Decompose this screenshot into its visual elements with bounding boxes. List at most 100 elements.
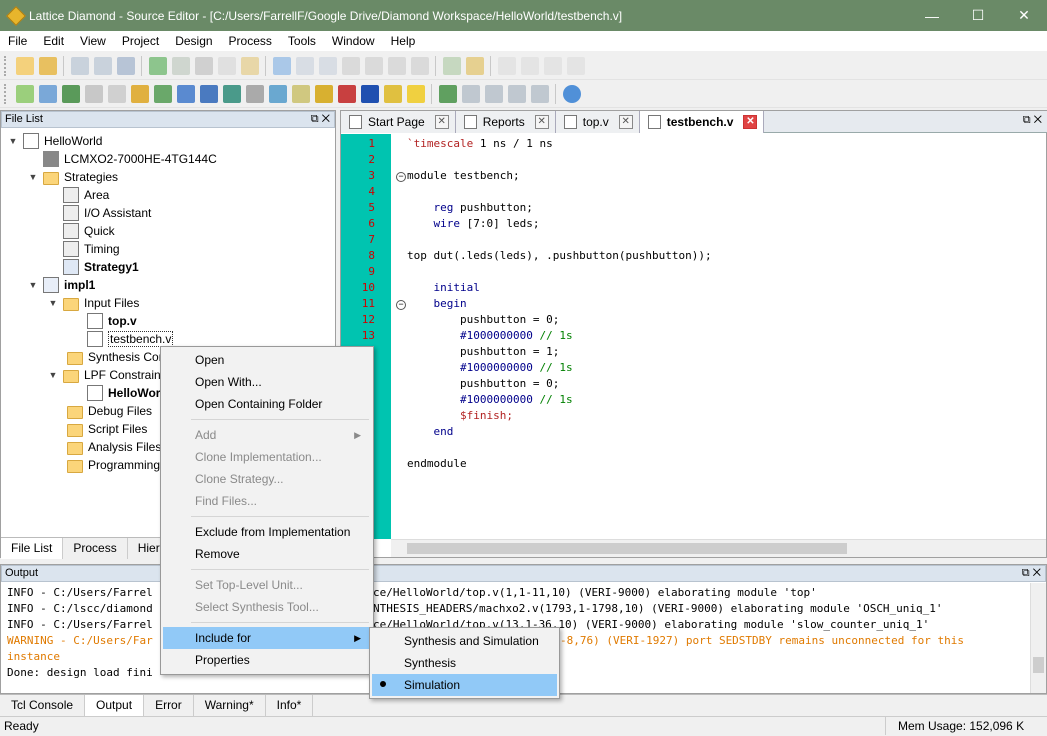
tree-strategy-timing[interactable]: Timing <box>63 240 120 258</box>
zoom-fit-icon[interactable] <box>387 56 406 75</box>
code-line[interactable]: pushbutton = 0; <box>407 313 559 326</box>
play-icon[interactable] <box>497 56 516 75</box>
fold-toggle-icon[interactable]: − <box>396 300 406 310</box>
new-icon[interactable] <box>15 56 34 75</box>
grid-icon[interactable] <box>295 56 314 75</box>
split-view-icon[interactable] <box>484 84 503 103</box>
menu-view[interactable]: View <box>72 31 114 51</box>
print-icon[interactable] <box>116 56 135 75</box>
menu-help[interactable]: Help <box>383 31 424 51</box>
find-icon[interactable] <box>272 56 291 75</box>
paste-icon[interactable] <box>240 56 259 75</box>
table-icon[interactable] <box>318 56 337 75</box>
physical-view-icon[interactable] <box>130 84 149 103</box>
collapse-icon[interactable]: ▼ <box>7 136 19 146</box>
tab-start-page[interactable]: Start Page ✕ <box>341 111 456 133</box>
package-view-icon[interactable] <box>61 84 80 103</box>
grid-view-icon[interactable] <box>530 84 549 103</box>
collapse-icon[interactable]: ▼ <box>47 298 59 308</box>
submenu-simulation[interactable]: Simulation <box>372 674 557 696</box>
timing-icon[interactable] <box>153 84 172 103</box>
code-line[interactable]: #1000000000 // 1s <box>407 329 573 342</box>
menu-edit[interactable]: Edit <box>35 31 72 51</box>
code-line[interactable]: begin <box>407 297 466 310</box>
cut-icon[interactable] <box>194 56 213 75</box>
menu-set-top-level-unit[interactable]: Set Top-Level Unit... <box>163 574 371 596</box>
stop-icon[interactable] <box>566 56 585 75</box>
tab-reports[interactable]: Reports ✕ <box>455 111 556 133</box>
deploy-icon[interactable] <box>314 84 333 103</box>
tab-error[interactable]: Error <box>144 695 194 716</box>
redo-icon[interactable] <box>171 56 190 75</box>
collapse-icon[interactable]: ▼ <box>27 172 39 182</box>
reveal-icon[interactable] <box>199 84 218 103</box>
tab-file-list[interactable]: File List <box>1 538 64 559</box>
code-line[interactable]: reg pushbutton; <box>407 201 532 214</box>
tree-analysis-files[interactable]: Analysis Files <box>67 438 161 456</box>
menu-window[interactable]: Window <box>324 31 383 51</box>
tab-process[interactable]: Process <box>63 538 128 559</box>
menu-exclude-from-implementation[interactable]: Exclude from Implementation <box>163 521 371 543</box>
zoom-in-icon[interactable] <box>341 56 360 75</box>
toolbar-grip[interactable] <box>4 55 7 76</box>
save-icon[interactable] <box>70 56 89 75</box>
code-line[interactable]: wire [7:0] leds; <box>407 217 539 230</box>
tree-lpf-constraint[interactable]: ▼ LPF Constrain <box>47 366 161 384</box>
tree-synthesis-constraint[interactable]: Synthesis Cor <box>67 348 163 366</box>
synplify-icon[interactable] <box>337 84 356 103</box>
power-icon[interactable] <box>176 84 195 103</box>
zoom-out-icon[interactable] <box>364 56 383 75</box>
open-icon[interactable] <box>38 56 57 75</box>
submenu-synthesis-and-simulation[interactable]: Synthesis and Simulation <box>372 630 557 652</box>
close-tab-icon[interactable]: ✕ <box>743 115 758 129</box>
code-line[interactable]: $finish; <box>407 409 513 422</box>
output-vertical-scrollbar[interactable] <box>1030 583 1046 693</box>
menu-remove[interactable]: Remove <box>163 543 371 565</box>
tab-top-v[interactable]: top.v ✕ <box>555 111 640 133</box>
tab-testbench-v[interactable]: testbench.v ✕ <box>639 111 765 133</box>
tree-strategies[interactable]: ▼ Strategies <box>27 168 118 186</box>
clarity-icon[interactable] <box>268 84 287 103</box>
chip-icon[interactable] <box>38 84 57 103</box>
close-tab-icon[interactable]: ✕ <box>618 115 633 129</box>
layout-icon[interactable] <box>461 84 480 103</box>
tree-input-files[interactable]: ▼ Input Files <box>47 294 139 312</box>
checklist-icon[interactable] <box>442 56 461 75</box>
tree-impl[interactable]: ▼ impl1 <box>27 276 95 294</box>
battery-icon[interactable] <box>383 84 402 103</box>
menu-tools[interactable]: Tools <box>280 31 324 51</box>
toolbar-grip[interactable] <box>4 83 7 104</box>
scrollbar-thumb[interactable] <box>1033 657 1044 673</box>
submenu-synthesis[interactable]: Synthesis <box>372 652 557 674</box>
menu-add[interactable]: Add ▶ <box>163 424 371 446</box>
fold-toggle-icon[interactable]: − <box>396 172 406 182</box>
ipexpress-icon[interactable] <box>222 84 241 103</box>
menu-file[interactable]: File <box>0 31 35 51</box>
report-icon[interactable] <box>465 56 484 75</box>
globe-icon[interactable] <box>562 84 581 103</box>
panel-controls[interactable]: ⧉ ✕ <box>1022 566 1041 581</box>
code-line[interactable]: top dut(.leds(leds), .pushbutton(pushbut… <box>407 249 712 262</box>
menu-design[interactable]: Design <box>167 31 220 51</box>
menu-select-synthesis-tool[interactable]: Select Synthesis Tool... <box>163 596 371 618</box>
code-line[interactable]: #1000000000 // 1s <box>407 361 573 374</box>
menu-clone-strategy[interactable]: Clone Strategy... <box>163 468 371 490</box>
minimize-button[interactable]: — <box>909 0 955 31</box>
tree-script-files[interactable]: Script Files <box>67 420 147 438</box>
menu-open[interactable]: Open <box>163 349 371 371</box>
tree-strategy-quick[interactable]: Quick <box>63 222 115 240</box>
tree-project[interactable]: ▼ HelloWorld <box>7 132 102 150</box>
simulation-wizard-icon[interactable] <box>245 84 264 103</box>
floorplan-icon[interactable] <box>107 84 126 103</box>
collapse-icon[interactable]: ▼ <box>47 370 59 380</box>
menu-open-with[interactable]: Open With... <box>163 371 371 393</box>
programmer-icon[interactable] <box>291 84 310 103</box>
collapse-icon[interactable]: ▼ <box>27 280 39 290</box>
tab-info[interactable]: Info* <box>266 695 314 716</box>
horizontal-scrollbar[interactable] <box>391 539 1046 557</box>
save-all-icon[interactable] <box>93 56 112 75</box>
tree-device[interactable]: LCMXO2-7000HE-4TG144C <box>43 150 217 168</box>
layout-add-icon[interactable] <box>438 84 457 103</box>
tree-lpf-file[interactable]: HelloWor <box>87 384 160 402</box>
close-tab-icon[interactable]: ✕ <box>534 115 549 129</box>
